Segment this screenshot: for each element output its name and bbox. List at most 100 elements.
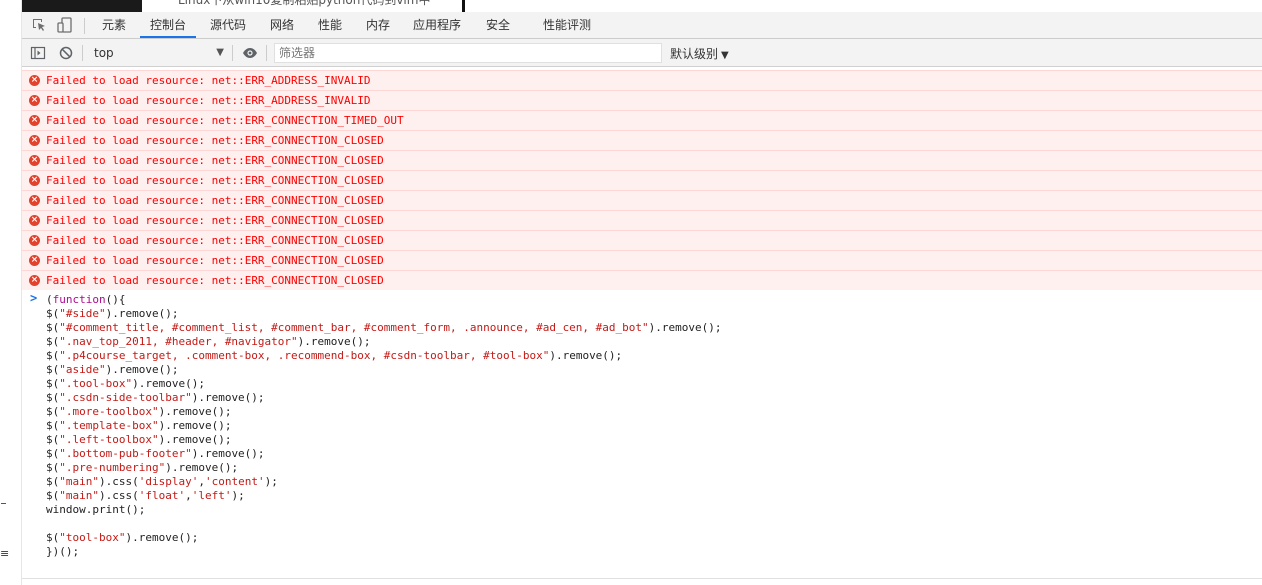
error-prefix: Failed to load resource:: [46, 94, 205, 107]
console-toolbar: top ▼ 默认级别▼: [22, 39, 1262, 67]
error-message-text: Failed to load resource: net::ERR_ADDRES…: [46, 74, 371, 88]
code-line: $("tool-box").remove();: [46, 531, 199, 544]
code-line: $("aside").remove();: [46, 363, 179, 376]
toolbar-separator: [232, 45, 233, 61]
context-selector[interactable]: top ▼: [88, 44, 224, 62]
code-line: $(".nav_top_2011, #header, #navigator").…: [46, 335, 371, 348]
toolbar-separator: [82, 45, 83, 61]
page-header: Linux下从win10复制粘贴python代码到vim中: [22, 0, 1262, 12]
page-left-edge: ≡: [0, 0, 22, 585]
error-icon: ×: [29, 155, 40, 166]
code-line: $(".pre-numbering").remove();: [46, 461, 239, 474]
tab-console[interactable]: 控制台: [140, 12, 196, 38]
error-message-text: Failed to load resource: net::ERR_CONNEC…: [46, 214, 384, 228]
error-message-row[interactable]: × Failed to load resource: net::ERR_ADDRE…: [22, 70, 1262, 90]
error-prefix: Failed to load resource:: [46, 134, 205, 147]
error-message-text: Failed to load resource: net::ERR_CONNEC…: [46, 134, 384, 148]
tab-application[interactable]: 应用程序: [406, 12, 468, 38]
filter-input[interactable]: [274, 43, 662, 63]
page-title-box: Linux下从win10复制粘贴python代码到vim中: [142, 0, 465, 12]
error-icon: ×: [29, 275, 40, 286]
tab-elements[interactable]: 元素: [92, 12, 136, 38]
error-message-row[interactable]: × Failed to load resource: net::ERR_CONNE…: [22, 130, 1262, 150]
error-code: net::ERR_CONNECTION_CLOSED: [211, 254, 384, 267]
error-prefix: Failed to load resource:: [46, 194, 205, 207]
page-thumbnail: [22, 0, 142, 12]
error-icon: ×: [29, 235, 40, 246]
error-message-text: Failed to load resource: net::ERR_CONNEC…: [46, 114, 404, 128]
inspect-element-icon[interactable]: [31, 17, 47, 33]
toolbar-separator: [266, 45, 267, 61]
code-line: $("#comment_title, #comment_list, #comme…: [46, 321, 722, 334]
error-message-row[interactable]: × Failed to load resource: net::ERR_CONNE…: [22, 190, 1262, 210]
edge-mark: [1, 503, 6, 504]
error-message-row[interactable]: × Failed to load resource: net::ERR_CONNE…: [22, 270, 1262, 290]
error-message-row[interactable]: × Failed to load resource: net::ERR_CONNE…: [22, 150, 1262, 170]
error-message-row[interactable]: × Failed to load resource: net::ERR_CONNE…: [22, 230, 1262, 250]
tab-sources[interactable]: 源代码: [202, 12, 254, 38]
code-line: $("main").css('float','left');: [46, 489, 245, 502]
console-messages: × Failed to load resource: net::ERR_ADDRE…: [22, 70, 1262, 585]
error-prefix: Failed to load resource:: [46, 274, 205, 287]
show-sidebar-icon[interactable]: [30, 45, 46, 61]
error-prefix: Failed to load resource:: [46, 214, 205, 227]
console-input-code[interactable]: (function(){$("#side").remove(); $("#comm…: [46, 293, 722, 559]
error-code: net::ERR_CONNECTION_TIMED_OUT: [211, 114, 404, 127]
code-line: $(".more-toolbox").remove();: [46, 405, 232, 418]
code-line: $(".bottom-pub-footer").remove();: [46, 447, 265, 460]
log-levels-label: 默认级别: [670, 47, 719, 61]
tab-security[interactable]: 安全: [478, 12, 518, 38]
code-line: $(".left-toolbox").remove();: [46, 433, 232, 446]
error-code: net::ERR_CONNECTION_CLOSED: [211, 274, 384, 287]
error-message-row[interactable]: × Failed to load resource: net::ERR_CONNE…: [22, 170, 1262, 190]
dropdown-arrow-icon: ▼: [216, 47, 224, 58]
error-code: net::ERR_CONNECTION_CLOSED: [211, 194, 384, 207]
code-line: $("main").css('display','content');: [46, 475, 278, 488]
code-line: $(".p4course_target, .comment-box, .reco…: [46, 349, 623, 362]
clear-console-icon[interactable]: [58, 45, 74, 61]
page-title: Linux下从win10复制粘贴python代码到vim中: [178, 0, 431, 7]
error-message-text: Failed to load resource: net::ERR_CONNEC…: [46, 274, 384, 288]
devtools-tabbar: 元素 控制台 源代码 网络 性能 内存 应用程序 安全 性能评测: [22, 12, 1262, 39]
error-code: net::ERR_CONNECTION_CLOSED: [211, 134, 384, 147]
tab-network[interactable]: 网络: [262, 12, 302, 38]
error-icon: ×: [29, 135, 40, 146]
error-code: net::ERR_CONNECTION_CLOSED: [211, 214, 384, 227]
error-code: net::ERR_ADDRESS_INVALID: [211, 74, 371, 87]
error-message-text: Failed to load resource: net::ERR_CONNEC…: [46, 254, 384, 268]
error-message-text: Failed to load resource: net::ERR_CONNEC…: [46, 194, 384, 208]
error-prefix: Failed to load resource:: [46, 174, 205, 187]
error-message-text: Failed to load resource: net::ERR_CONNEC…: [46, 174, 384, 188]
error-message-row[interactable]: × Failed to load resource: net::ERR_CONNE…: [22, 250, 1262, 270]
menu-lines-icon: ≡: [0, 547, 10, 560]
error-prefix: Failed to load resource:: [46, 74, 205, 87]
code-line: window.print();: [46, 503, 146, 516]
dropdown-arrow-icon: ▼: [721, 50, 729, 61]
error-message-row[interactable]: × Failed to load resource: net::ERR_CONNE…: [22, 110, 1262, 130]
error-prefix: Failed to load resource:: [46, 234, 205, 247]
tab-performance[interactable]: 性能: [310, 12, 350, 38]
error-icon: ×: [29, 95, 40, 106]
error-message-text: Failed to load resource: net::ERR_CONNEC…: [46, 234, 384, 248]
code-line: $(".csdn-side-toolbar").remove();: [46, 391, 265, 404]
error-prefix: Failed to load resource:: [46, 114, 205, 127]
tab-audits[interactable]: 性能评测: [536, 12, 598, 38]
error-message-row[interactable]: × Failed to load resource: net::ERR_CONNE…: [22, 210, 1262, 230]
error-icon: ×: [29, 195, 40, 206]
error-prefix: Failed to load resource:: [46, 154, 205, 167]
device-toolbar-icon[interactable]: [57, 17, 73, 33]
tab-memory[interactable]: 内存: [358, 12, 398, 38]
code-line: $(".tool-box").remove();: [46, 377, 205, 390]
code-line: $("#side").remove();: [46, 307, 179, 320]
log-levels-dropdown[interactable]: 默认级别 ▼: [670, 45, 729, 62]
error-message-text: Failed to load resource: net::ERR_ADDRES…: [46, 94, 371, 108]
error-icon: ×: [29, 255, 40, 266]
error-icon: ×: [29, 175, 40, 186]
error-code: net::ERR_CONNECTION_CLOSED: [211, 174, 384, 187]
code-line: })();: [46, 545, 80, 558]
error-message-row[interactable]: × Failed to load resource: net::ERR_ADDRE…: [22, 90, 1262, 110]
error-prefix: Failed to load resource:: [46, 254, 205, 267]
live-expression-eye-icon[interactable]: [242, 45, 258, 61]
error-icon: ×: [29, 215, 40, 226]
